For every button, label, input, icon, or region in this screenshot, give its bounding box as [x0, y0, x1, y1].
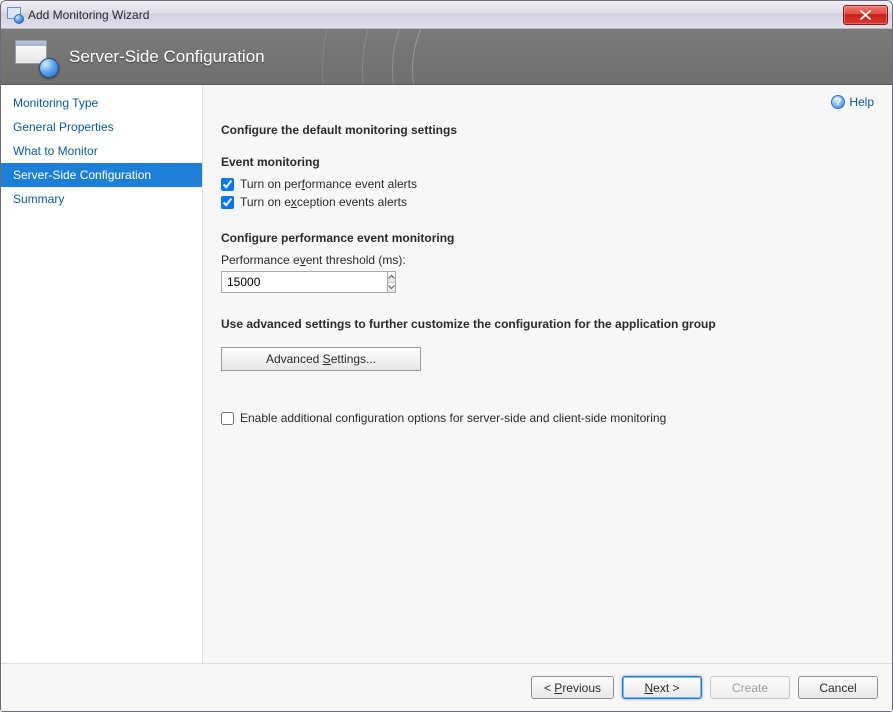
wizard-window: Add Monitoring Wizard Server-Side Config… [0, 0, 893, 712]
chevron-down-icon [388, 285, 395, 289]
sidebar-item-general-properties[interactable]: General Properties [1, 115, 202, 139]
spinner-buttons [387, 271, 396, 293]
threshold-label: Performance event threshold (ms): [221, 253, 874, 267]
cancel-button[interactable]: Cancel [798, 676, 878, 699]
decor-arc [322, 29, 892, 85]
banner-title: Server-Side Configuration [69, 47, 265, 67]
advanced-settings-button[interactable]: Advanced Settings... [221, 347, 421, 371]
enable-additional-label[interactable]: Enable additional configuration options … [240, 411, 666, 425]
decor-arc [392, 29, 892, 85]
decor-arc [362, 29, 892, 85]
enable-additional-row: Enable additional configuration options … [221, 411, 874, 425]
perf-alerts-row: Turn on performance event alerts [221, 177, 874, 191]
content: ? Help Configure the default monitoring … [203, 85, 892, 663]
exception-alerts-label[interactable]: Turn on exception events alerts [240, 195, 407, 209]
body: Monitoring Type General Properties What … [1, 85, 892, 663]
threshold-spinner [221, 271, 392, 293]
footer: < Previous Next > Create Cancel [1, 663, 892, 711]
close-icon [860, 10, 871, 20]
perf-alerts-label[interactable]: Turn on performance event alerts [240, 177, 417, 191]
page-heading: Configure the default monitoring setting… [221, 123, 874, 137]
spinner-down-button[interactable] [388, 283, 395, 293]
threshold-input[interactable] [221, 271, 387, 293]
decor-arc [412, 29, 892, 85]
help-link[interactable]: ? Help [831, 95, 874, 109]
sidebar: Monitoring Type General Properties What … [1, 85, 203, 663]
chevron-up-icon [388, 275, 395, 279]
help-icon: ? [831, 95, 845, 109]
sidebar-item-monitoring-type[interactable]: Monitoring Type [1, 91, 202, 115]
banner-icon [15, 40, 55, 74]
event-monitoring-heading: Event monitoring [221, 155, 874, 169]
sidebar-item-summary[interactable]: Summary [1, 187, 202, 211]
enable-additional-checkbox[interactable] [221, 412, 234, 425]
advanced-heading: Use advanced settings to further customi… [221, 317, 874, 331]
titlebar: Add Monitoring Wizard [1, 1, 892, 29]
previous-button[interactable]: < Previous [531, 676, 614, 699]
sidebar-item-what-to-monitor[interactable]: What to Monitor [1, 139, 202, 163]
next-button[interactable]: Next > [622, 676, 702, 699]
banner: Server-Side Configuration [1, 29, 892, 85]
help-label: Help [849, 95, 874, 109]
exception-alerts-row: Turn on exception events alerts [221, 195, 874, 209]
exception-alerts-checkbox[interactable] [221, 196, 234, 209]
close-button[interactable] [843, 5, 888, 25]
perf-alerts-checkbox[interactable] [221, 178, 234, 191]
create-button: Create [710, 676, 790, 699]
window-title: Add Monitoring Wizard [28, 8, 843, 22]
perf-config-heading: Configure performance event monitoring [221, 231, 874, 245]
app-icon [7, 7, 23, 23]
sidebar-item-server-side-configuration[interactable]: Server-Side Configuration [1, 163, 202, 187]
spinner-up-button[interactable] [388, 272, 395, 283]
